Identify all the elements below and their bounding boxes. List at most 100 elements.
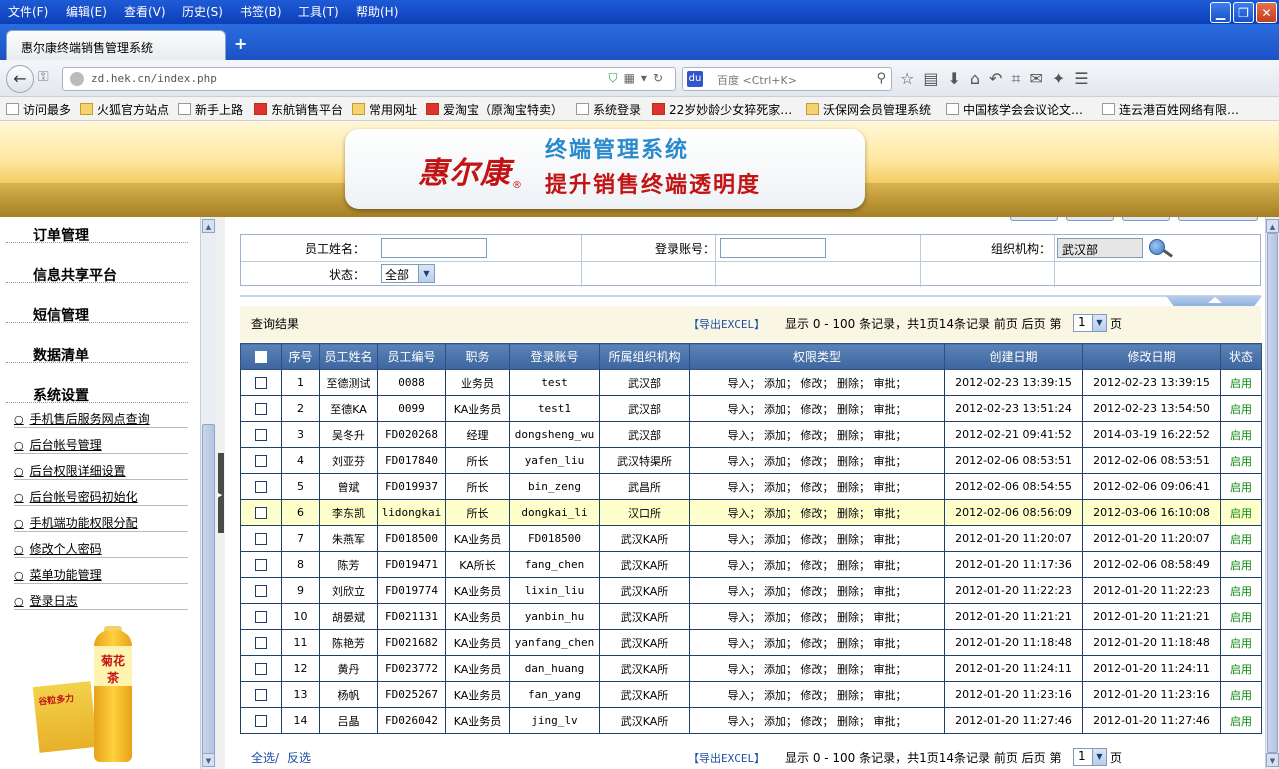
- back-arrow-icon[interactable]: ←: [6, 65, 34, 93]
- row-checkbox-cell[interactable]: [240, 603, 282, 630]
- scrollbar-thumb[interactable]: [202, 424, 215, 754]
- table-row[interactable]: 12 黄丹 FD023772 KA业务员 dan_huang 武汉KA所 导入； 添加； 修…: [240, 655, 1262, 682]
- bookmark-item[interactable]: 常用网址: [352, 101, 417, 118]
- scrollbar-thumb[interactable]: [1267, 233, 1278, 753]
- checkbox[interactable]: [255, 611, 267, 623]
- bookmark-item[interactable]: 新手上路: [178, 101, 243, 118]
- top-button[interactable]: [1066, 217, 1114, 221]
- menu-edit[interactable]: 编辑(E): [66, 3, 107, 20]
- checkbox[interactable]: [255, 351, 267, 363]
- checkbox[interactable]: [255, 455, 267, 467]
- main-scrollbar[interactable]: ▲ ▼: [1265, 217, 1279, 769]
- sidebar-item-password-init[interactable]: ○ 后台帐号密码初始化: [14, 486, 188, 506]
- reload-icon[interactable]: ↻: [653, 71, 669, 85]
- checkbox[interactable]: [255, 585, 267, 597]
- column-header[interactable]: 状态: [1220, 343, 1262, 370]
- checkbox[interactable]: [255, 715, 267, 727]
- top-button[interactable]: [1010, 217, 1058, 221]
- row-checkbox-cell[interactable]: [240, 551, 282, 578]
- checkbox[interactable]: [255, 403, 267, 415]
- menu-help[interactable]: 帮助(H): [356, 3, 398, 20]
- table-row[interactable]: 2 至德KA 0099 KA业务员 test1 武汉部 导入； 添加； 修改； 删除； 审批…: [240, 395, 1262, 422]
- page-select-bottom[interactable]: 1 ▼: [1073, 748, 1107, 766]
- chevron-down-icon[interactable]: ▼: [418, 265, 434, 282]
- page-select[interactable]: 1 ▼: [1073, 314, 1107, 332]
- row-checkbox-cell[interactable]: [240, 421, 282, 448]
- column-header[interactable]: 登录账号: [509, 343, 600, 370]
- url-bar[interactable]: zd.hek.cn/index.php ⛉▦▾↻: [62, 67, 676, 91]
- table-row[interactable]: 11 陈艳芳 FD021682 KA业务员 yanfang_chen 武汉KA所 导入； 添…: [240, 629, 1262, 656]
- sidebar-item-service-query[interactable]: ○ 手机售后服务网点查询: [14, 408, 188, 428]
- row-checkbox-cell[interactable]: [240, 655, 282, 682]
- table-row[interactable]: 4 刘亚芬 FD017840 所长 yafen_liu 武汉特渠所 导入； 添加； 修改； …: [240, 447, 1262, 474]
- login-account-input[interactable]: [720, 238, 826, 258]
- bookmark-item[interactable]: 爱淘宝（原淘宝特卖）: [426, 101, 563, 118]
- sidebar-title-info-share[interactable]: 信息共享平台: [6, 259, 188, 284]
- checkbox[interactable]: [255, 559, 267, 571]
- chat-icon[interactable]: ✉: [1029, 69, 1051, 88]
- table-row[interactable]: 8 陈芳 FD019471 KA所长 fang_chen 武汉KA所 导入； 添加； 修改；…: [240, 551, 1262, 578]
- shield-icon[interactable]: ⛉: [609, 71, 624, 85]
- menu-tools[interactable]: 工具(T): [298, 3, 339, 20]
- chevron-down-icon[interactable]: ▼: [1092, 315, 1106, 331]
- row-checkbox-cell[interactable]: [240, 681, 282, 708]
- star-icon[interactable]: ☆: [900, 69, 923, 88]
- sidebar-item-account-mgmt[interactable]: ○ 后台帐号管理: [14, 434, 188, 454]
- undo-icon[interactable]: ↶: [989, 69, 1011, 88]
- tab-main[interactable]: 惠尔康终端销售管理系统: [6, 30, 226, 60]
- table-row[interactable]: 10 胡晏斌 FD021131 KA业务员 yanbin_hu 武汉KA所 导入； 添加； …: [240, 603, 1262, 630]
- download-icon[interactable]: ⬇: [947, 69, 969, 88]
- bookmark-item[interactable]: 中国核学会会议论文…: [946, 101, 1083, 118]
- close-icon[interactable]: ✕: [1256, 2, 1277, 23]
- scroll-down-icon[interactable]: ▼: [1266, 753, 1279, 767]
- collapse-toggle-icon[interactable]: [1166, 296, 1262, 306]
- dropdown-icon[interactable]: ▾: [641, 71, 653, 85]
- org-input[interactable]: 武汉部: [1057, 238, 1143, 258]
- column-header[interactable]: 权限类型: [689, 343, 945, 370]
- bookmark-item[interactable]: 访问最多: [6, 101, 71, 118]
- row-checkbox-cell[interactable]: [240, 707, 282, 734]
- panel-splitter[interactable]: ▶: [216, 217, 225, 769]
- checkbox[interactable]: [255, 663, 267, 675]
- sidebar-title-sms[interactable]: 短信管理: [6, 299, 188, 324]
- search-icon[interactable]: ⚲: [876, 71, 886, 86]
- sidebar-title-orders[interactable]: 订单管理: [6, 219, 188, 244]
- column-header[interactable]: 序号: [281, 343, 320, 370]
- menu-history[interactable]: 历史(S): [182, 3, 223, 20]
- row-checkbox-cell[interactable]: [240, 395, 282, 422]
- key-icon[interactable]: ⚿: [38, 69, 49, 85]
- table-row[interactable]: 1 至德测试 0088 业务员 test 武汉部 导入； 添加； 修改； 删除； 审批； 20…: [240, 369, 1262, 396]
- table-row[interactable]: 13 杨帆 FD025267 KA业务员 fan_yang 武汉KA所 导入； 添加； 修改…: [240, 681, 1262, 708]
- checkbox[interactable]: [255, 637, 267, 649]
- sidebar-item-mobile-permissions[interactable]: ○ 手机端功能权限分配: [14, 512, 188, 532]
- restore-icon[interactable]: ❐: [1233, 2, 1254, 23]
- collapse-arrow-icon[interactable]: ▶: [217, 491, 222, 499]
- sidebar-title-data-list[interactable]: 数据清单: [6, 339, 188, 364]
- column-header[interactable]: 所属组织机构: [599, 343, 690, 370]
- minimize-icon[interactable]: ▁: [1210, 2, 1231, 23]
- bookmark-item[interactable]: 沃保网会员管理系统: [806, 101, 931, 118]
- checkbox[interactable]: [255, 689, 267, 701]
- invert-selection-link[interactable]: 反选: [287, 749, 311, 766]
- scroll-up-icon[interactable]: ▲: [202, 219, 215, 233]
- export-excel-link[interactable]: 【导出EXCEL】: [688, 316, 765, 332]
- column-header[interactable]: 员工姓名: [319, 343, 378, 370]
- scroll-down-icon[interactable]: ▼: [202, 753, 215, 767]
- chevron-down-icon[interactable]: ▼: [1092, 749, 1106, 765]
- menu-icon[interactable]: ☰: [1074, 69, 1097, 88]
- baidu-icon[interactable]: du: [687, 71, 703, 87]
- table-row[interactable]: 5 曾斌 FD019937 所长 bin_zeng 武昌所 导入； 添加； 修改； 删除； …: [240, 473, 1262, 500]
- menu-view[interactable]: 查看(V): [124, 3, 166, 20]
- column-header[interactable]: 员工编号: [377, 343, 446, 370]
- home-icon[interactable]: ⌂: [970, 69, 989, 88]
- magnifier-icon[interactable]: [1149, 239, 1165, 255]
- bookmark-item[interactable]: 22岁妙龄少女猝死家…: [652, 101, 792, 118]
- bookmark-item[interactable]: 东航销售平台: [254, 101, 343, 118]
- crop-icon[interactable]: ⌗: [1011, 69, 1029, 88]
- sidebar-item-menu-mgmt[interactable]: ○ 菜单功能管理: [14, 564, 188, 584]
- bookmark-item[interactable]: 系统登录: [576, 101, 641, 118]
- new-tab-icon[interactable]: +: [234, 34, 247, 53]
- sidebar-item-permission-settings[interactable]: ○ 后台权限详细设置: [14, 460, 188, 480]
- table-row[interactable]: 7 朱燕军 FD018500 KA业务员 FD018500 武汉KA所 导入； 添加； 修改…: [240, 525, 1262, 552]
- search-bar[interactable]: du 百度 <Ctrl+K> ⚲: [682, 67, 892, 91]
